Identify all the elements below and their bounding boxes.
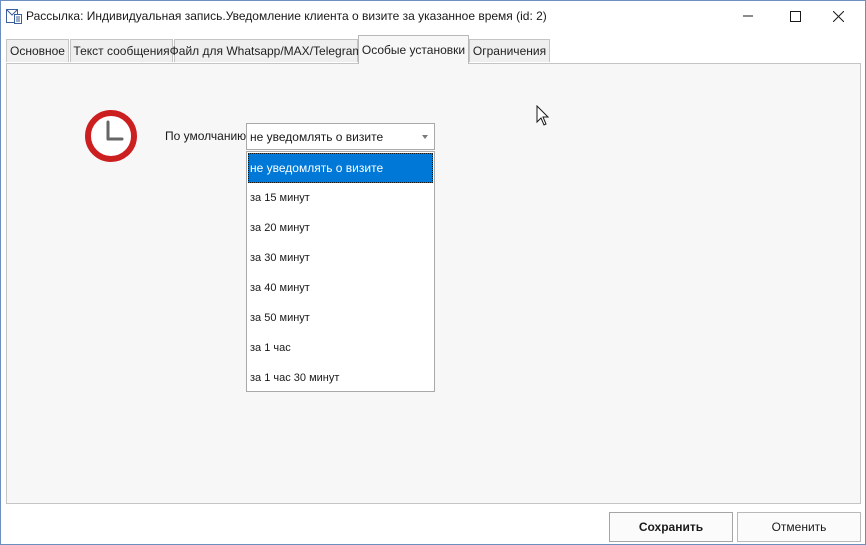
maximize-icon — [789, 10, 801, 22]
notify-time-dropdown: не уведомлять о визите за 15 минут за 20… — [246, 151, 435, 392]
tab-message-text[interactable]: Текст сообщения — [70, 39, 173, 62]
tab-special-settings[interactable]: Особые установки — [358, 35, 469, 64]
tab-strip: Основное Текст сообщения Файл для Whatsa… — [6, 35, 862, 64]
tab-label: Файл для Whatsapp/MAX/Telegram — [169, 44, 363, 58]
app-window: Рассылка: Индивидуальная запись.Уведомле… — [0, 0, 866, 545]
default-label: По умолчанию: — [165, 129, 250, 143]
tab-label: Текст сообщения — [73, 44, 170, 58]
cancel-button[interactable]: Отменить — [737, 512, 861, 542]
clock-icon — [85, 110, 137, 162]
close-button[interactable] — [815, 1, 861, 31]
mouse-cursor-icon — [536, 105, 550, 126]
minimize-button[interactable] — [725, 1, 771, 31]
tab-label: Ограничения — [472, 44, 547, 58]
app-icon — [6, 9, 22, 24]
save-button[interactable]: Сохранить — [609, 512, 733, 542]
tab-label: Особые установки — [361, 43, 466, 57]
tab-main[interactable]: Основное — [6, 39, 69, 62]
dropdown-option[interactable]: за 15 минут — [248, 183, 433, 213]
title-bar: Рассылка: Индивидуальная запись.Уведомле… — [1, 1, 865, 31]
tab-restrictions[interactable]: Ограничения — [469, 39, 550, 62]
dropdown-option[interactable]: за 1 час — [248, 333, 433, 363]
chevron-down-icon[interactable] — [422, 135, 428, 139]
dropdown-option[interactable]: за 30 минут — [248, 243, 433, 273]
selected-value: не уведомлять о визите — [250, 130, 384, 144]
dropdown-option[interactable]: не уведомлять о визите — [248, 153, 433, 183]
dropdown-option[interactable]: за 50 минут — [248, 303, 433, 333]
notify-time-select[interactable]: не уведомлять о визите — [246, 123, 435, 150]
minimize-icon — [743, 15, 753, 17]
tab-messenger-file[interactable]: Файл для Whatsapp/MAX/Telegram — [170, 39, 362, 62]
tab-label: Основное — [10, 44, 65, 58]
maximize-button[interactable] — [772, 1, 818, 31]
dropdown-option[interactable]: за 40 минут — [248, 273, 433, 303]
window-title: Рассылка: Индивидуальная запись.Уведомле… — [26, 9, 547, 23]
dropdown-option[interactable]: за 20 минут — [248, 213, 433, 243]
save-button-label: Сохранить — [638, 520, 704, 534]
dropdown-option[interactable]: за 1 час 30 минут — [248, 363, 433, 393]
close-icon — [832, 10, 844, 22]
cancel-button-label: Отменить — [771, 520, 827, 534]
